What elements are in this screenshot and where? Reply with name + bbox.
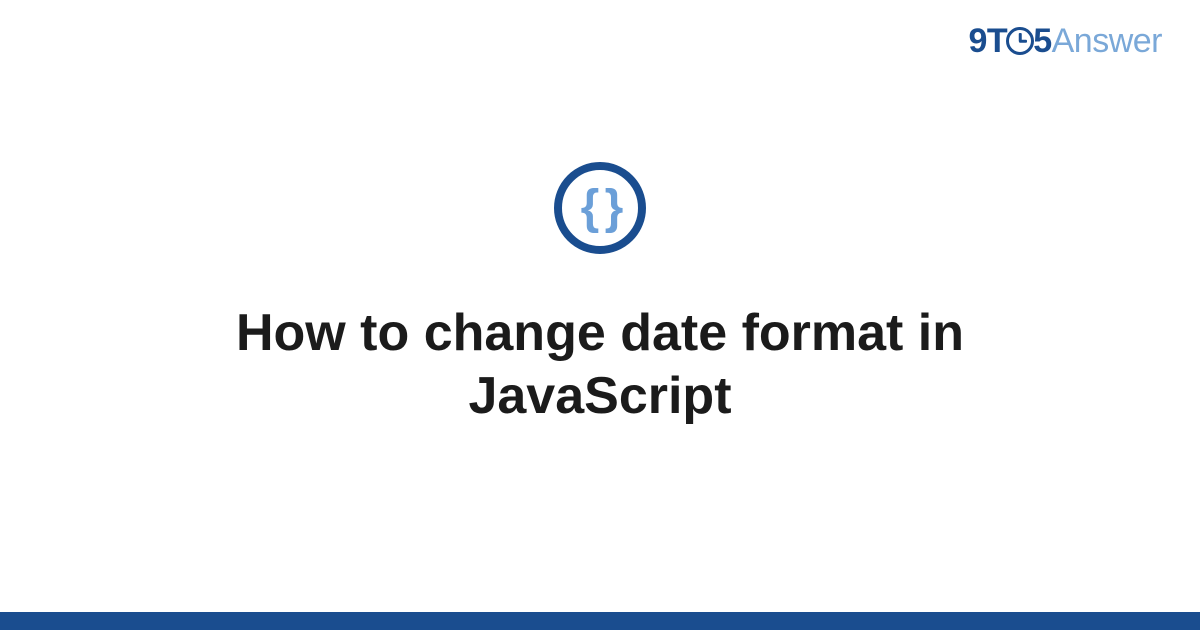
main-content: { } How to change date format in JavaScr…: [0, 0, 1200, 630]
code-braces-icon: { }: [554, 162, 646, 254]
footer-accent-bar: [0, 612, 1200, 630]
page-title: How to change date format in JavaScript: [150, 302, 1050, 429]
